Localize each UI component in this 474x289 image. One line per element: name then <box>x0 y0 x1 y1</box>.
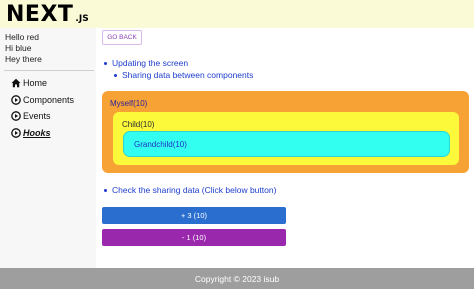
topic-list: Updating the screen Sharing data between… <box>104 57 253 81</box>
main-content: GO BACK Updating the screen Sharing data… <box>96 28 474 268</box>
myself-box: Myself(10) Child(10) Grandchild(10) <box>102 91 469 173</box>
grandchild-box: Grandchild(10) <box>123 131 450 157</box>
footer: Copyright © 2023 isub <box>0 268 474 289</box>
sidebar-item-events[interactable]: Events <box>10 108 74 125</box>
greeting-red: Hello red <box>5 32 40 42</box>
grandchild-label: Grandchild(10) <box>134 140 187 149</box>
home-icon <box>10 78 21 89</box>
greeting-list: Hello red Hi blue Hey there <box>5 32 42 65</box>
instruction-list: Check the sharing data (Click below butt… <box>104 184 276 196</box>
circle-play-icon <box>10 127 21 138</box>
child-label: Child(10) <box>122 120 155 129</box>
logo-text: NEXT <box>6 2 74 27</box>
child-box: Child(10) Grandchild(10) <box>113 112 459 165</box>
bullet-icon <box>114 73 117 77</box>
sidebar-item-label: Events <box>23 111 51 122</box>
go-back-button[interactable]: GO BACK <box>102 30 142 45</box>
circle-play-icon <box>10 94 21 105</box>
list-item-text: Updating the screen <box>112 58 189 68</box>
nextjs-logo[interactable]: NEXT .JS <box>6 1 89 27</box>
decrement-button[interactable]: - 1 (10) <box>102 229 286 246</box>
header: NEXT .JS <box>0 0 474 28</box>
list-item: Sharing data between components <box>114 69 253 81</box>
sidebar: Hello red Hi blue Hey there Home Compone… <box>0 28 96 268</box>
increment-button[interactable]: + 3 (10) <box>102 207 286 224</box>
sidebar-item-components[interactable]: Components <box>10 92 74 109</box>
sidebar-item-hooks[interactable]: Hooks <box>10 125 74 142</box>
sidebar-item-home[interactable]: Home <box>10 75 74 92</box>
copyright-text: Copyright © 2023 isub <box>194 273 280 284</box>
greeting-blue: Hi blue <box>5 43 32 53</box>
circle-play-icon <box>10 111 21 122</box>
sidebar-divider <box>4 70 94 71</box>
sidebar-item-label: Hooks <box>23 127 51 138</box>
list-item-text: Check the sharing data (Click below butt… <box>112 185 277 195</box>
sidebar-item-label: Components <box>23 94 75 105</box>
list-item: Check the sharing data (Click below butt… <box>104 184 276 196</box>
bullet-icon <box>104 61 107 65</box>
list-item-text: Sharing data between components <box>122 70 254 80</box>
sidebar-nav: Home Components Events Hooks <box>10 75 74 141</box>
greeting-there: Hey there <box>5 54 42 64</box>
myself-label: Myself(10) <box>110 99 148 108</box>
sidebar-item-label: Home <box>23 78 48 89</box>
list-item: Updating the screen <box>104 57 253 69</box>
logo-suffix: .JS <box>75 14 89 24</box>
bullet-icon <box>104 188 107 192</box>
